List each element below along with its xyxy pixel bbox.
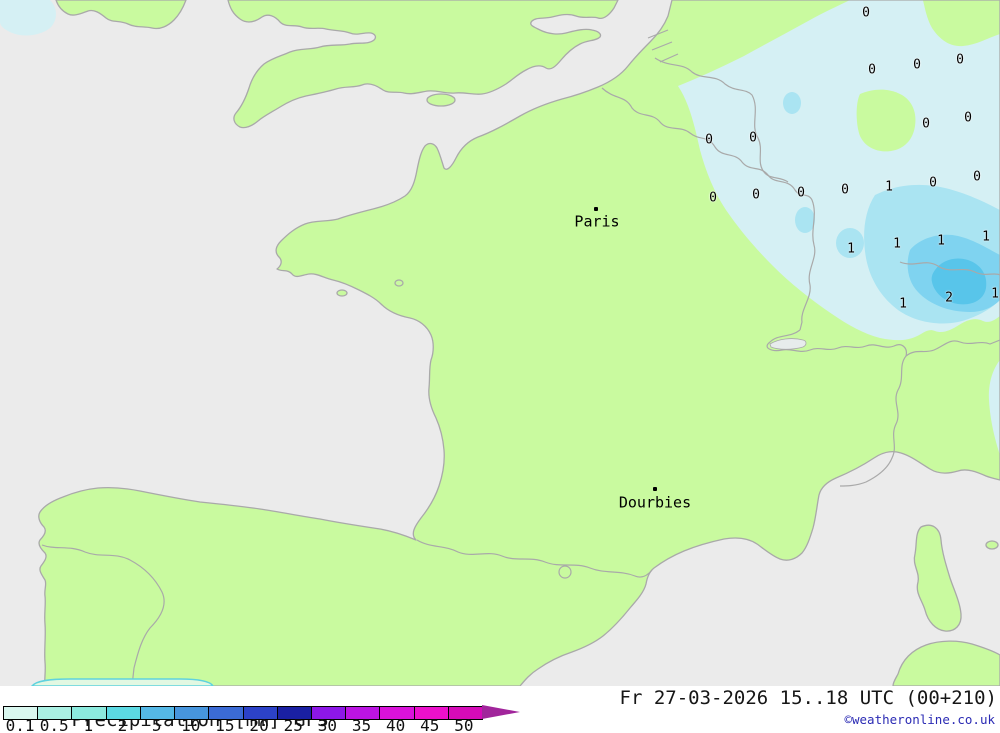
precip-level2-blob [783, 92, 801, 114]
legend-color-bar [3, 706, 483, 720]
weather-map-page: 0 0 0 0 0 0 0 0 0 0 0 0 1 0 0 1 1 1 1 1 2 1 Paris Dourbies Prec… [0, 0, 1000, 733]
copyright-link[interactable]: ©weatheronline.co.uk [844, 712, 995, 727]
legend-tick-label: 0.5 [39, 716, 69, 733]
legend-tick-label: 20 [249, 716, 269, 733]
legend-tick-label: 25 [283, 716, 303, 733]
precip-contour-bottom [31, 678, 214, 686]
legend-tick-label: 35 [351, 716, 372, 733]
precip-level2-blob [836, 228, 864, 258]
precip-level2-blob [795, 207, 815, 233]
dry-wedge [856, 89, 916, 152]
legend-tick-label: 1 [83, 716, 94, 733]
precipitation-map: 0 0 0 0 0 0 0 0 0 0 0 0 1 0 0 1 1 1 1 1 2 1 Paris Dourbies [0, 0, 1000, 686]
legend-tick-label: 50 [454, 716, 474, 733]
legend-tick-label: 2 [117, 716, 128, 733]
legend-tick-label: 30 [317, 716, 337, 733]
legend-overflow-arrow [482, 705, 520, 719]
legend-tick-label: 40 [386, 716, 406, 733]
legend-panel: Precipitation [mm] GFS Fr 27-03-2026 15..1… [0, 686, 1000, 733]
legend-tick-label: 10 [181, 716, 201, 733]
legend-tick-label: 45 [420, 716, 440, 733]
legend-tick-label: 5 [151, 716, 162, 733]
valid-datetime: Fr 27-03-2026 15..18 UTC (00+210) [619, 687, 998, 709]
map-canvas [0, 0, 1000, 686]
legend-tick-label: 15 [215, 716, 235, 733]
legend-tick-label: 0.1 [5, 716, 35, 733]
